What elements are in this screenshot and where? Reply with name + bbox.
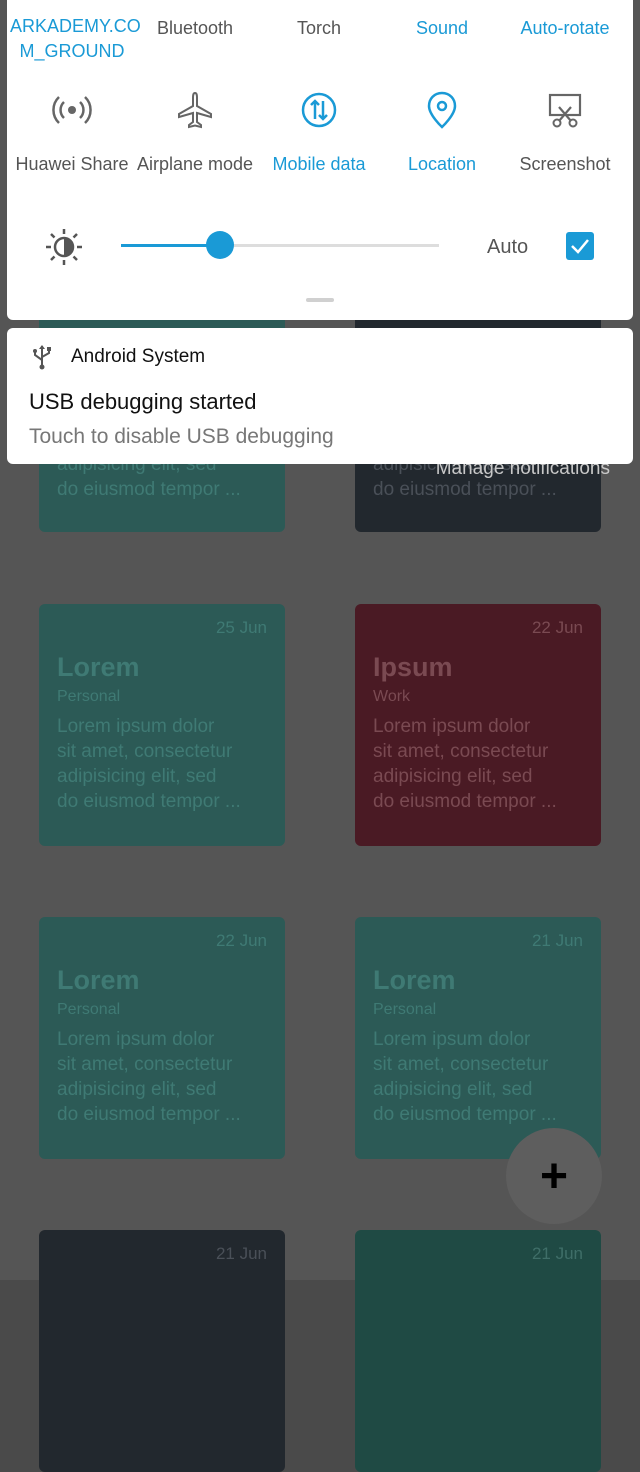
add-note-button[interactable]: + bbox=[506, 1128, 602, 1224]
note-body: Lorem ipsum dolor sit amet, consectetur … bbox=[373, 716, 557, 812]
tile-huawei-share-label: Huawei Share bbox=[15, 154, 129, 174]
checkmark-icon bbox=[571, 239, 589, 254]
note-date: 21 Jun bbox=[531, 931, 583, 950]
airplane-icon[interactable] bbox=[133, 88, 257, 132]
note-title: Ipsum bbox=[373, 652, 453, 682]
tile-auto-rotate[interactable]: Auto-rotate bbox=[503, 16, 627, 41]
note-date: 21 Jun bbox=[215, 1244, 267, 1263]
note-date: 25 Jun bbox=[215, 618, 267, 637]
tile-torch[interactable]: Torch bbox=[257, 16, 381, 41]
notification-text: Touch to disable USB debugging bbox=[29, 425, 334, 448]
note-card[interactable]: 22 Jun Lorem Personal Lorem ipsum dolor … bbox=[39, 917, 285, 1159]
note-title: Lorem bbox=[57, 652, 140, 682]
note-card[interactable]: 21 Jun Lorem Personal Lorem ipsum dolor … bbox=[355, 917, 601, 1159]
brightness-slider-fill bbox=[121, 244, 220, 247]
usb-debugging-notification[interactable]: Android System USB debugging started Tou… bbox=[7, 328, 633, 464]
tile-mobile-data-label: Mobile data bbox=[272, 154, 366, 174]
auto-brightness-checkbox[interactable] bbox=[566, 232, 594, 260]
brightness-slider-thumb[interactable] bbox=[205, 231, 234, 259]
note-card[interactable]: 22 Jun Ipsum Work Lorem ipsum dolor sit … bbox=[355, 604, 601, 846]
brightness-slider[interactable] bbox=[121, 231, 439, 259]
note-date: 21 Jun bbox=[531, 1244, 583, 1263]
note-body: Lorem ipsum dolor sit amet, consectetur … bbox=[57, 716, 241, 812]
note-category: Work bbox=[373, 688, 411, 705]
tile-sound[interactable]: Sound bbox=[380, 16, 504, 41]
note-date: 22 Jun bbox=[215, 931, 267, 950]
notification-title: USB debugging started bbox=[29, 389, 257, 414]
note-card[interactable]: 21 Jun bbox=[355, 1230, 601, 1472]
mobile-data-icon[interactable] bbox=[257, 88, 381, 132]
note-body: Lorem ipsum dolor sit amet, consectetur … bbox=[57, 1029, 241, 1125]
quick-settings-panel: ARKADEMY.CO M_GROUND Bluetooth Torch Sou… bbox=[7, 0, 633, 320]
note-card[interactable]: 21 Jun bbox=[39, 1230, 285, 1472]
tile-location-label: Location bbox=[407, 154, 477, 174]
note-category: Personal bbox=[373, 1001, 437, 1018]
note-date: 22 Jun bbox=[531, 618, 583, 637]
note-category: Personal bbox=[57, 688, 121, 705]
plus-icon: + bbox=[539, 1149, 569, 1203]
location-icon[interactable] bbox=[380, 88, 504, 132]
huawei-share-icon[interactable] bbox=[10, 88, 134, 132]
panel-drag-handle[interactable] bbox=[306, 298, 334, 302]
notification-app-name: Android System bbox=[71, 346, 206, 367]
tile-wifi-network[interactable]: ARKADEMY.CO M_GROUND bbox=[10, 14, 141, 64]
usb-icon bbox=[31, 344, 53, 370]
note-card[interactable]: 25 Jun Lorem Personal Lorem ipsum dolor … bbox=[39, 604, 285, 846]
auto-brightness-label: Auto bbox=[487, 236, 529, 258]
note-category: Personal bbox=[57, 1001, 121, 1018]
screenshot-icon[interactable] bbox=[503, 88, 627, 132]
tile-airplane-label: Airplane mode bbox=[136, 154, 254, 174]
note-body: Lorem ipsum dolor sit amet, consectetur … bbox=[373, 1029, 557, 1125]
note-title: Lorem bbox=[57, 965, 140, 995]
tile-screenshot-label: Screenshot bbox=[519, 154, 611, 174]
tile-bluetooth[interactable]: Bluetooth bbox=[133, 16, 257, 41]
brightness-icon bbox=[45, 228, 83, 266]
note-title: Lorem bbox=[373, 965, 456, 995]
